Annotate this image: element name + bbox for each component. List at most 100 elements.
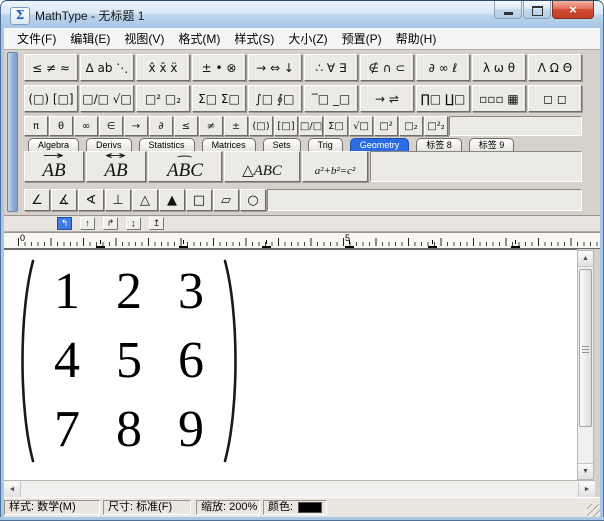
tab-derivs[interactable]: Derivs bbox=[86, 138, 132, 151]
palette-bar-templates[interactable]: ‾□ _□ bbox=[304, 85, 358, 112]
pythagorean-button[interactable]: a²+b²=c² bbox=[302, 151, 368, 182]
quick-radical-button[interactable]: √□ bbox=[349, 116, 373, 136]
menu-style[interactable]: 样式(S) bbox=[227, 28, 281, 49]
tab-label8[interactable]: 标签 8 bbox=[416, 138, 462, 151]
default-tab-mark[interactable] bbox=[179, 240, 188, 248]
scroll-up-icon[interactable]: ▲ bbox=[578, 251, 593, 267]
triangle-outline-button[interactable]: △ bbox=[132, 189, 158, 211]
palette-fraction-radical-templates[interactable]: □∕□ √□ bbox=[80, 85, 134, 112]
tab-trig[interactable]: Trig bbox=[308, 138, 343, 151]
tab-matrices[interactable]: Matrices bbox=[202, 138, 256, 151]
quick-brackets-button[interactable]: [□] bbox=[274, 116, 298, 136]
circle-button[interactable]: ○ bbox=[240, 189, 266, 211]
horizontal-scrollbar[interactable]: ◄ ► bbox=[4, 480, 595, 497]
close-button[interactable]: × bbox=[552, 1, 594, 19]
quick-element-of-button[interactable]: ∈ bbox=[99, 116, 123, 136]
maximize-button[interactable] bbox=[523, 1, 551, 19]
quick-partial-button[interactable]: ∂ bbox=[149, 116, 173, 136]
quick-plusminus-button[interactable]: ± bbox=[224, 116, 248, 136]
default-tab-mark[interactable] bbox=[262, 240, 271, 248]
quick-subsuperscript-button[interactable]: □²₂ bbox=[424, 116, 448, 136]
palette-labeled-arrow-templates[interactable]: → ⇌ bbox=[360, 85, 414, 112]
palette-summation-templates[interactable]: Σ□ Σ□ bbox=[192, 85, 246, 112]
quick-parentheses-button[interactable]: (□) bbox=[249, 116, 273, 136]
menu-view[interactable]: 视图(V) bbox=[117, 28, 171, 49]
menu-file[interactable]: 文件(F) bbox=[10, 28, 63, 49]
tab-stop-left-button[interactable]: ↰ bbox=[57, 217, 72, 230]
vertical-scrollbar-thumb[interactable] bbox=[579, 269, 592, 427]
scroll-left-icon[interactable]: ◄ bbox=[4, 482, 21, 497]
quick-superscript-button[interactable]: □² bbox=[374, 116, 398, 136]
quick-pi-button[interactable]: π bbox=[24, 116, 48, 136]
perpendicular-button[interactable]: ⊥ bbox=[105, 189, 131, 211]
spherical-angle-button[interactable]: ∢ bbox=[78, 189, 104, 211]
palette-misc-symbols[interactable]: ∂ ∞ ℓ bbox=[416, 54, 470, 81]
matrix-cell: 8 bbox=[98, 395, 160, 464]
palette-product-templates[interactable]: ∏□ ∐□ bbox=[416, 85, 470, 112]
toolbar-grip-handle[interactable] bbox=[7, 52, 18, 212]
template-palette-row: (□) [□] □∕□ √□ □² □₂ Σ□ Σ□ ∫□ ∮□ ‾□ _□ →… bbox=[24, 85, 582, 112]
quick-symbol-row: π θ ∞ ∈ → ∂ ≤ ≠ ± (□) [□] □∕□ Σ□ √□ □² □… bbox=[24, 116, 582, 136]
triangle-filled-button[interactable]: ▲ bbox=[159, 189, 185, 211]
parallelogram-button[interactable]: ▱ bbox=[213, 189, 239, 211]
tab-stop-center-button[interactable]: ↑ bbox=[80, 217, 95, 230]
angle-button[interactable]: ∠ bbox=[24, 189, 50, 211]
palette-logic-symbols[interactable]: ∴ ∀ ∃ bbox=[304, 54, 358, 81]
default-tab-mark[interactable] bbox=[96, 240, 105, 248]
palette-embellishments[interactable]: x̂ x̄ ẍ bbox=[136, 54, 190, 81]
palette-arrow-symbols[interactable]: → ⇔ ↓ bbox=[248, 54, 302, 81]
tab-geometry[interactable]: Geometry bbox=[350, 138, 410, 151]
default-tab-mark[interactable] bbox=[345, 240, 354, 248]
palette-greek-lowercase[interactable]: λ ω θ bbox=[472, 54, 526, 81]
vector-ab-button[interactable]: → AB bbox=[24, 151, 84, 182]
quick-arrow-button[interactable]: → bbox=[124, 116, 148, 136]
tab-stop-relational-button[interactable]: ↨ bbox=[126, 217, 141, 230]
triangle-abc-button[interactable]: △ABC bbox=[224, 151, 300, 182]
equation-canvas[interactable]: 1 2 3 4 5 6 7 8 9 bbox=[4, 249, 577, 480]
menu-format[interactable]: 格式(M) bbox=[171, 28, 227, 49]
quick-neq-button[interactable]: ≠ bbox=[199, 116, 223, 136]
quick-leq-button[interactable]: ≤ bbox=[174, 116, 198, 136]
palette-set-theory-symbols[interactable]: ∉ ∩ ⊂ bbox=[360, 54, 414, 81]
palette-subscript-superscript-templates[interactable]: □² □₂ bbox=[136, 85, 190, 112]
tab-sets[interactable]: Sets bbox=[263, 138, 301, 151]
quick-summation-button[interactable]: Σ□ bbox=[324, 116, 348, 136]
quick-infinity-button[interactable]: ∞ bbox=[74, 116, 98, 136]
arc-abc-button[interactable]: ⌢ ABC bbox=[148, 151, 222, 182]
measured-angle-button[interactable]: ∡ bbox=[51, 189, 77, 211]
default-tab-mark[interactable] bbox=[511, 240, 520, 248]
palette-operator-symbols[interactable]: ± • ⊗ bbox=[192, 54, 246, 81]
quick-fraction-button[interactable]: □∕□ bbox=[299, 116, 323, 136]
ruler[interactable]: 0 5 bbox=[4, 232, 600, 249]
menu-preferences[interactable]: 预置(P) bbox=[335, 28, 389, 49]
scroll-down-icon[interactable]: ▼ bbox=[578, 463, 593, 479]
palette-relational-symbols[interactable]: ≤ ≠ ≈ bbox=[24, 54, 78, 81]
vertical-scrollbar[interactable]: ▲ ▼ bbox=[577, 250, 594, 480]
palette-box-templates[interactable]: ◻ ◻ bbox=[528, 85, 582, 112]
minimize-button[interactable] bbox=[494, 1, 522, 19]
tab-stop-decimal-button[interactable]: ↥ bbox=[149, 217, 164, 230]
palette-integral-templates[interactable]: ∫□ ∮□ bbox=[248, 85, 302, 112]
menu-edit[interactable]: 编辑(E) bbox=[63, 28, 117, 49]
palette-greek-uppercase[interactable]: Λ Ω Θ bbox=[528, 54, 582, 81]
line-ab-button[interactable]: ↔ AB bbox=[86, 151, 146, 182]
quick-subscript-button[interactable]: □₂ bbox=[399, 116, 423, 136]
palette-fence-templates[interactable]: (□) [□] bbox=[24, 85, 78, 112]
tab-algebra[interactable]: Algebra bbox=[28, 138, 79, 151]
matrix-cell: 4 bbox=[36, 326, 98, 395]
tab-stop-right-button[interactable]: ↱ bbox=[103, 217, 118, 230]
scroll-right-icon[interactable]: ► bbox=[578, 482, 595, 497]
palette-matrix-templates[interactable]: ▫▫▫ ▦ bbox=[472, 85, 526, 112]
square-button[interactable]: □ bbox=[186, 189, 212, 211]
tab-label9[interactable]: 标签 9 bbox=[469, 138, 515, 151]
resize-grip[interactable] bbox=[587, 504, 600, 517]
quick-theta-button[interactable]: θ bbox=[49, 116, 73, 136]
menu-help[interactable]: 帮助(H) bbox=[389, 28, 444, 49]
titlebar[interactable]: Σ MathType - 无标题 1 × bbox=[0, 0, 604, 29]
tab-statistics[interactable]: Statistics bbox=[139, 138, 195, 151]
menu-size[interactable]: 大小(Z) bbox=[281, 28, 334, 49]
default-tab-mark[interactable] bbox=[428, 240, 437, 248]
palette-spaces-ellipses[interactable]: ∆ ab ⋱ bbox=[80, 54, 134, 81]
window-border-left bbox=[0, 28, 4, 521]
matrix-equation: 1 2 3 4 5 6 7 8 9 bbox=[14, 257, 244, 465]
